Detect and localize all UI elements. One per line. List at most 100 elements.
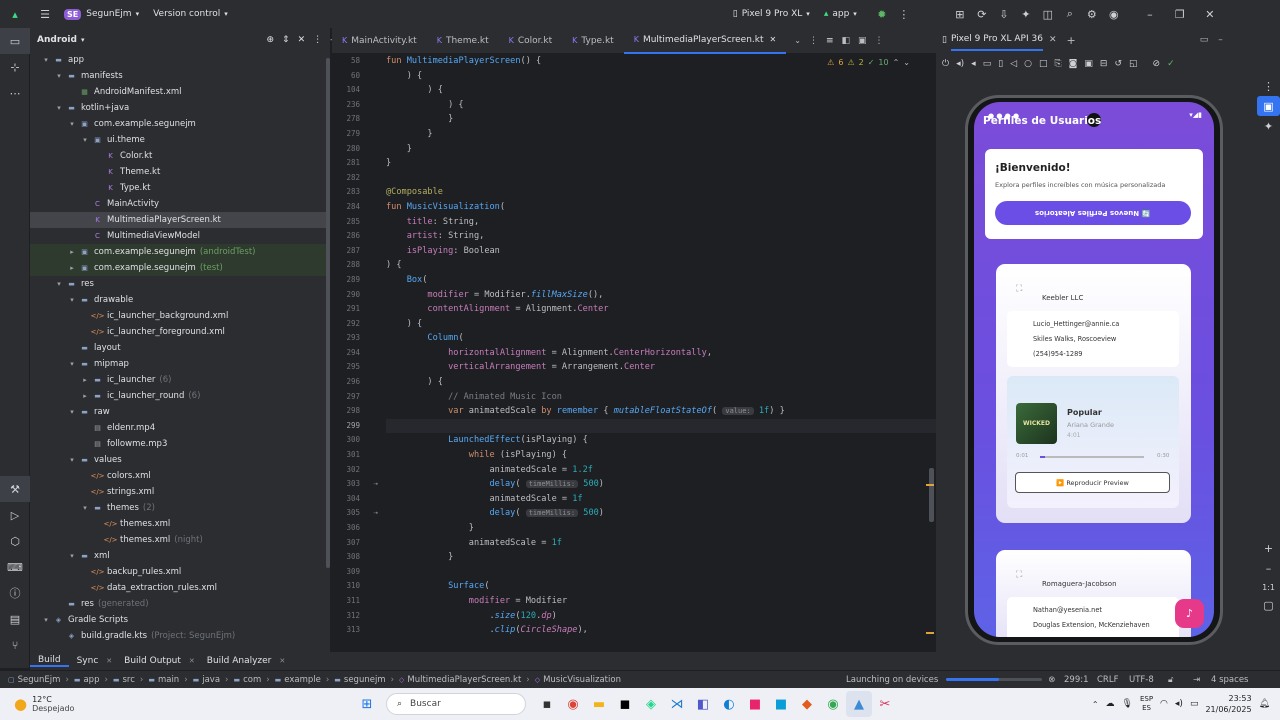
fit-screen-icon[interactable]: ▢ (1257, 596, 1280, 614)
line-number[interactable]: 285 (332, 215, 382, 230)
bottom-tab-build-output[interactable]: Build Output (116, 656, 189, 666)
tree-item[interactable]: ▬ res (generated) (30, 596, 330, 612)
teams-icon[interactable]: ◧ (690, 691, 716, 717)
build-tool-icon[interactable]: ⚒ (0, 476, 30, 502)
tree-item[interactable]: ▦ AndroidManifest.xml (30, 84, 330, 100)
breadcrumb-item[interactable]: app (83, 675, 99, 685)
tree-item[interactable]: ▾ ▬ drawable (30, 292, 330, 308)
split-view-icon[interactable]: ◧ (841, 36, 850, 46)
line-number[interactable]: 309 (332, 565, 382, 580)
error-stripe-mark[interactable] (926, 484, 934, 486)
line-number[interactable]: 278 (332, 112, 382, 127)
bottom-tab-build[interactable]: Build (30, 655, 69, 667)
notifications-icon[interactable]: ⋮ (1257, 76, 1280, 96)
line-number[interactable]: 311 (332, 594, 382, 609)
breadcrumb-item[interactable]: MultimediaPlayerScreen.kt (407, 675, 521, 685)
line-number[interactable]: 304 (332, 492, 382, 507)
line-number[interactable]: 280 (332, 142, 382, 157)
tree-item[interactable]: ▸ ▬ ic_launcher (6) (30, 372, 330, 388)
back-icon[interactable]: ◁ (1010, 59, 1017, 69)
taskbar-search[interactable]: ⌕ Buscar (386, 693, 526, 715)
tree-item[interactable]: </> backup_rules.xml (30, 564, 330, 580)
chevron-up-icon[interactable]: ⌃ (893, 58, 900, 67)
fold-icon[interactable]: ⎘ (1054, 59, 1061, 69)
chevron-down-icon[interactable]: ▾ (66, 360, 78, 368)
line-number[interactable]: 282 (332, 171, 382, 186)
device-screen[interactable]: ● ● ● ● ▾◢▮ Perfiles de Usuarios ¡Bienve… (974, 102, 1214, 637)
mirror-icon[interactable]: ◱ (1129, 59, 1138, 69)
line-number[interactable]: 300 (332, 433, 382, 448)
line-number[interactable]: 60 (332, 69, 382, 84)
terminal-icon[interactable]: ▤ (0, 606, 30, 632)
breadcrumb-item[interactable]: SegunEjm (18, 675, 61, 685)
tree-item[interactable]: ◈ build.gradle.kts (Project: SegunEjm) (30, 628, 330, 644)
chevron-down-icon[interactable]: ⌄ (794, 36, 801, 45)
line-number[interactable]: 310 (332, 579, 382, 594)
chevron-down-icon[interactable]: ▾ (53, 280, 65, 288)
pen-app-icon[interactable]: ◆ (794, 691, 820, 717)
android-studio-icon[interactable]: ▲ (846, 691, 872, 717)
windows-start-icon[interactable]: ⊞ (354, 691, 380, 717)
microphone-icon[interactable]: 🎙︎ (1122, 699, 1133, 709)
tree-item[interactable]: K Theme.kt (30, 164, 330, 180)
minimize-icon[interactable]: – (1139, 3, 1161, 25)
chevron-down-icon[interactable]: ▾ (53, 72, 65, 80)
breadcrumb-item[interactable]: MusicVisualization (543, 675, 621, 685)
breadcrumb-item[interactable]: segunejm (344, 675, 386, 685)
chevron-down-icon[interactable]: ▾ (79, 136, 91, 144)
zoom-out-icon[interactable]: – (1257, 558, 1280, 578)
file-explorer-icon[interactable]: ▬ (586, 691, 612, 717)
line-number[interactable]: 297 (332, 390, 382, 405)
line-number[interactable]: 286 (332, 229, 382, 244)
suspend-call-icon[interactable]: ⇢ (373, 506, 378, 521)
edge-icon[interactable]: ◐ (716, 691, 742, 717)
line-number[interactable]: 287 (332, 244, 382, 259)
line-number[interactable]: 291 (332, 302, 382, 317)
close-tab-icon[interactable]: ✕ (106, 657, 112, 665)
line-number[interactable]: 306 (332, 521, 382, 536)
record-icon[interactable]: ▣ (1084, 59, 1093, 69)
tree-item[interactable]: ▾ ▬ manifests (30, 68, 330, 84)
line-number[interactable]: 296 (332, 375, 382, 390)
tree-item[interactable]: </> ic_launcher_background.xml (30, 308, 330, 324)
run-config-selector[interactable]: ▴ app ▾ (824, 9, 857, 19)
preview-button[interactable]: ▶️ Reproducir Preview (1015, 472, 1170, 493)
tree-item[interactable]: </> themes.xml (night) (30, 532, 330, 548)
line-number[interactable]: 283 (332, 185, 382, 200)
screenshot-icon[interactable]: ◙ (1069, 59, 1078, 69)
line-number[interactable]: 303 ⇢ (332, 477, 382, 492)
indent-setting[interactable]: 4 spaces (1211, 675, 1248, 685)
actual-size-icon[interactable]: 1:1 (1257, 578, 1280, 596)
problems-icon[interactable]: ⓘ (0, 580, 30, 606)
rotate-right-icon[interactable]: ▯ (998, 59, 1003, 69)
tree-item[interactable]: </> data_extraction_rules.xml (30, 580, 330, 596)
tree-item[interactable]: ▸ ▣ com.example.segunejm (androidTest) (30, 244, 330, 260)
line-number[interactable]: 284 (332, 200, 382, 215)
line-number[interactable]: 298 (332, 404, 382, 419)
hide-panel-icon[interactable]: – (1218, 35, 1223, 45)
tree-item[interactable]: ▤ eldenr.mp4 (30, 420, 330, 436)
add-device-icon[interactable]: + (1067, 34, 1076, 47)
tab-multimediaplayerscreen-kt[interactable]: K MultimediaPlayerScreen.kt ✕ (623, 28, 787, 54)
more-tools-icon[interactable]: ⋯ (0, 80, 30, 106)
search-icon[interactable]: ⌕ (1059, 3, 1081, 25)
line-number[interactable]: 312 (332, 609, 382, 624)
profiler-icon[interactable]: ⟳ (971, 3, 993, 25)
zoom-in-icon[interactable]: + (1257, 538, 1280, 558)
tree-item[interactable]: ▸ ▬ ic_launcher_round (6) (30, 388, 330, 404)
chevron-up-icon[interactable]: ⌃ (1092, 700, 1099, 709)
breadcrumb-item[interactable]: src (123, 675, 135, 685)
notification-bell-icon[interactable]: 🔔︎ (1259, 699, 1270, 709)
power-icon[interactable]: ⏻ (942, 59, 949, 69)
chrome-profile-icon[interactable]: ◉ (820, 691, 846, 717)
restore-icon[interactable]: ❐ (1169, 3, 1191, 25)
tree-item[interactable]: ▾ ▬ xml (30, 548, 330, 564)
tab-color-kt[interactable]: K Color.kt (499, 28, 563, 54)
scrollbar[interactable] (326, 58, 330, 568)
design-view-icon[interactable]: ▣ (858, 36, 867, 46)
tree-item[interactable]: </> ic_launcher_foreground.xml (30, 324, 330, 340)
line-number[interactable]: 292 (332, 317, 382, 332)
chevron-down-icon[interactable]: ▾ (66, 296, 78, 304)
run-tool-icon[interactable]: ▷ (0, 502, 30, 528)
collapse-all-icon[interactable]: ✕ (298, 35, 306, 45)
